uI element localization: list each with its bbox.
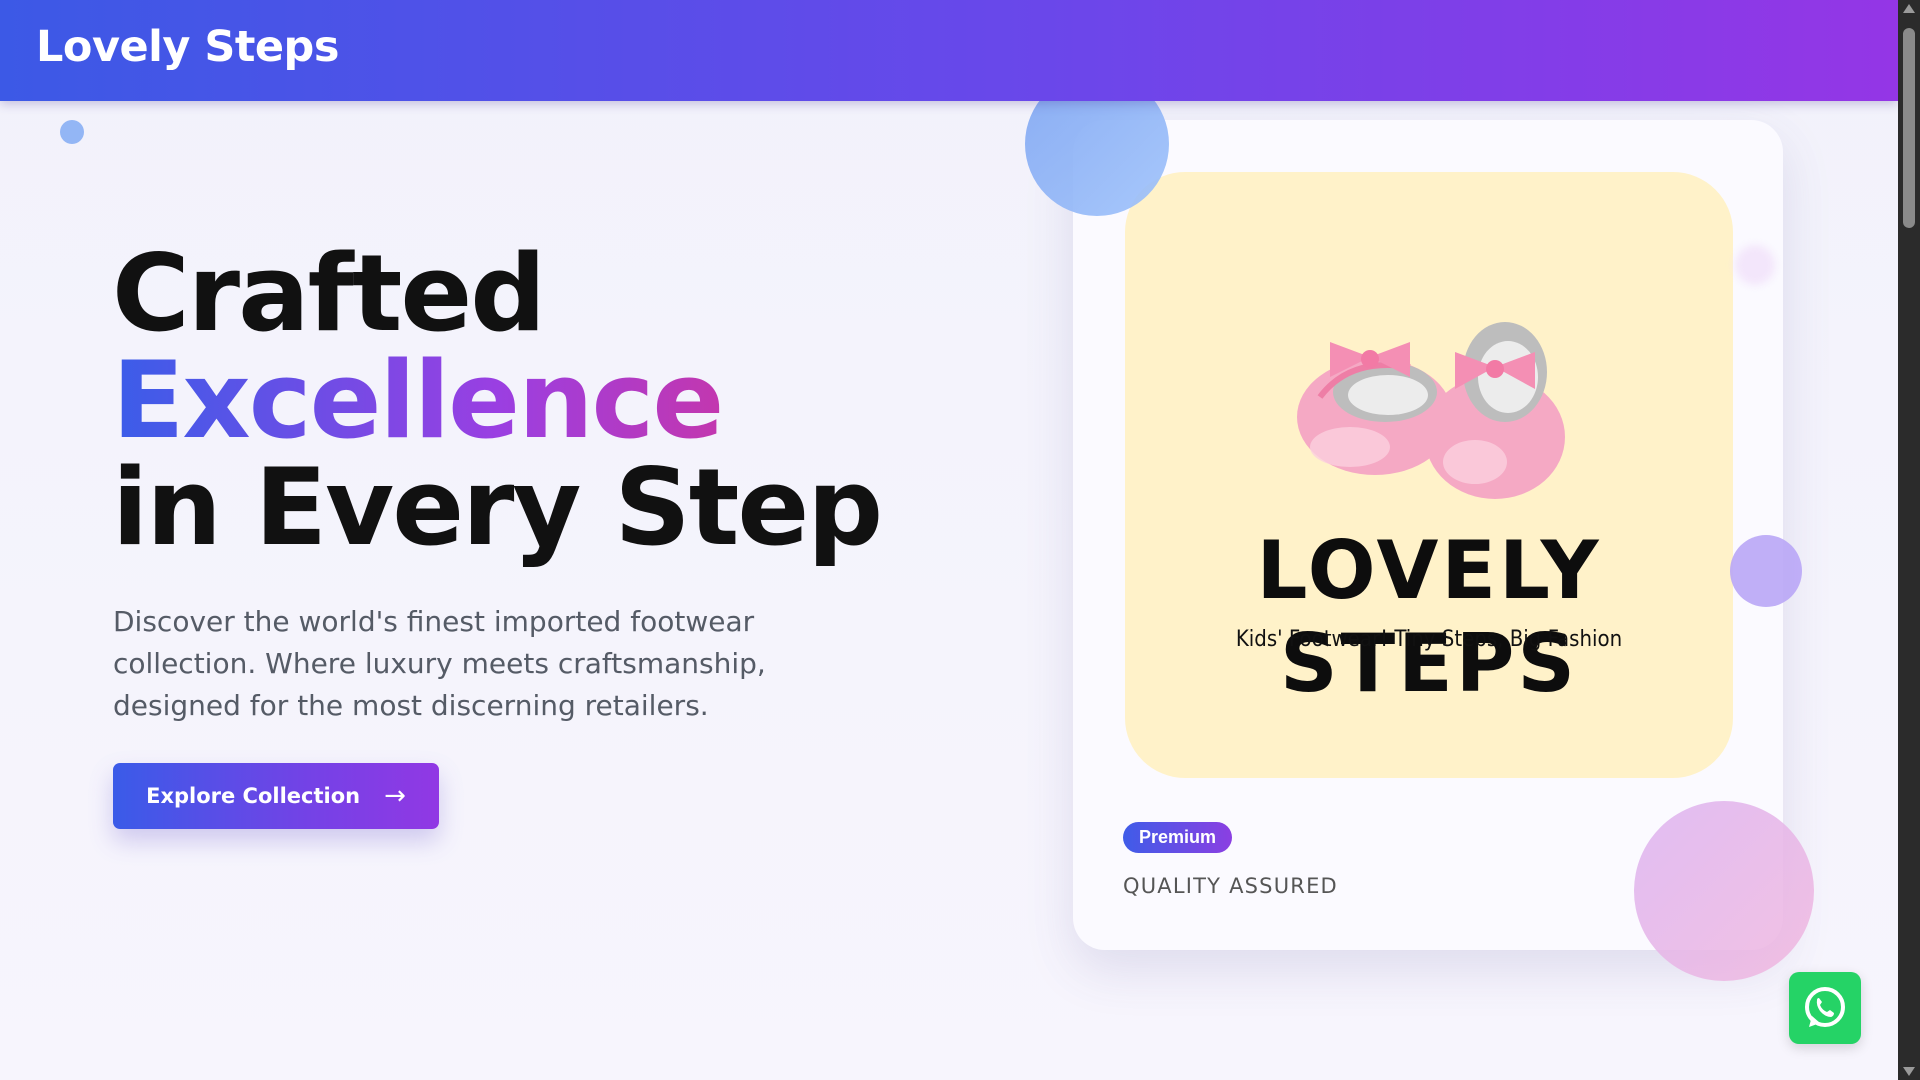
hero-title-line-3: in Every Step (112, 446, 883, 569)
brand-logo-text[interactable]: Lovely Steps (36, 22, 339, 72)
scroll-thumb[interactable] (1903, 28, 1915, 228)
arrow-right-icon: → (384, 781, 406, 811)
whatsapp-icon (1805, 987, 1845, 1027)
baby-shoes-icon (1297, 322, 1565, 499)
logo-tagline: Kids' Footwear! Tiny Steps, Big Fashion (1235, 627, 1623, 652)
scroll-up-icon[interactable] (1903, 4, 1915, 13)
decorative-blob-pink (1634, 801, 1814, 981)
premium-badge: Premium (1123, 822, 1233, 853)
whatsapp-button[interactable] (1789, 972, 1861, 1044)
decorative-blob-purple (1730, 535, 1802, 607)
hero-title-line-1: Crafted (112, 232, 546, 355)
logo-wordmark: LOVELY STEPS (1256, 524, 1602, 710)
hero-title: Crafted Excellence in Every Step (112, 232, 883, 569)
quality-label: QUALITY ASSURED (1123, 874, 1338, 898)
explore-collection-button[interactable]: Explore Collection → (113, 763, 439, 829)
scroll-down-icon[interactable] (1903, 1067, 1915, 1076)
decorative-dot (60, 120, 84, 144)
brand-logo-panel: LOVELY STEPS Kids' Footwear! Tiny Steps,… (1125, 172, 1733, 778)
page-scrollbar[interactable] (1898, 0, 1920, 1080)
explore-collection-label: Explore Collection (146, 784, 361, 808)
hero-title-line-2: Excellence (112, 347, 881, 454)
hero-description: Discover the world's finest imported foo… (113, 605, 766, 722)
decorative-blob-faint (1735, 245, 1775, 285)
site-header: Lovely Steps (0, 0, 1898, 101)
